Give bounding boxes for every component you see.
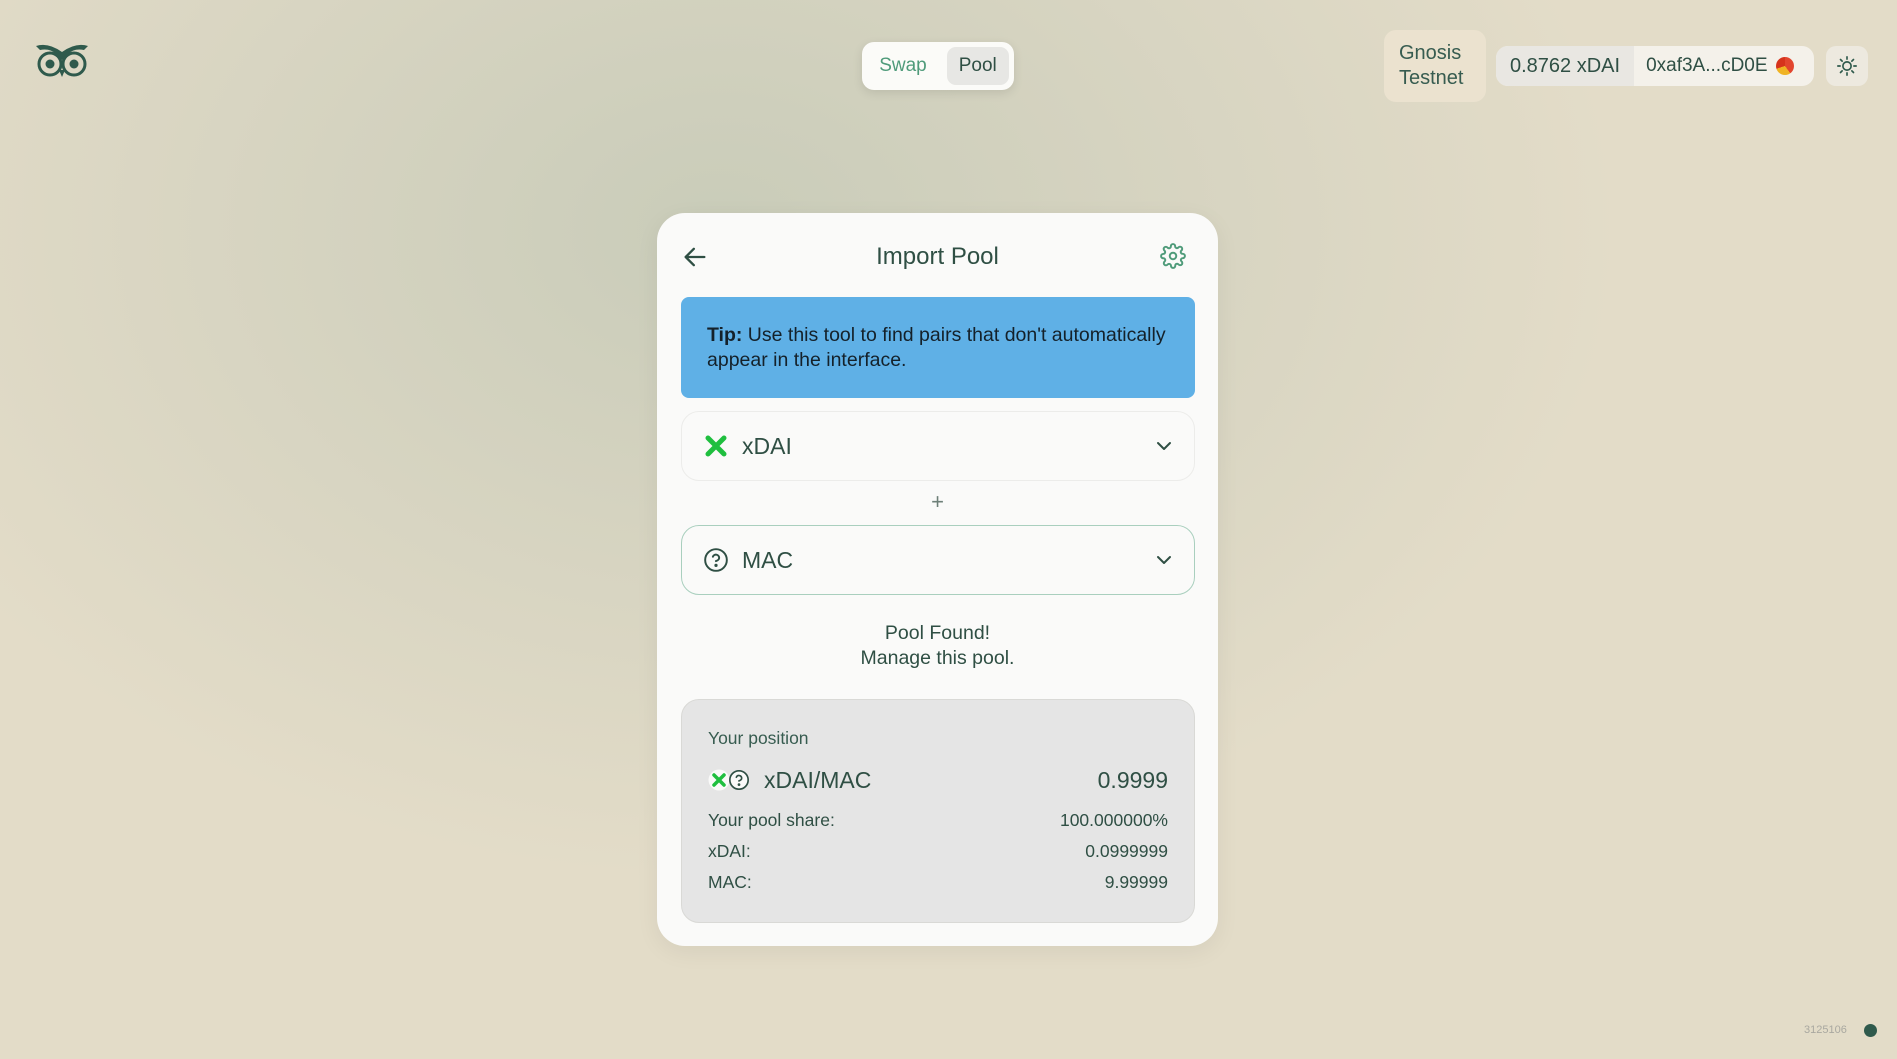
- theme-toggle-button[interactable]: [1826, 46, 1868, 86]
- tip-banner: Tip: Use this tool to find pairs that do…: [681, 297, 1195, 398]
- question-token-icon: [702, 546, 730, 574]
- position-panel: Your position xDAI/MAC 0.9999 Your pool …: [681, 699, 1195, 923]
- pair-row: xDAI/MAC 0.9999: [708, 764, 1168, 796]
- wallet-widget: 0.8762 xDAI 0xaf3A...cD0E: [1496, 46, 1814, 86]
- token-b-select[interactable]: MAC: [681, 525, 1195, 595]
- question-token-icon: [729, 770, 749, 790]
- tip-text: Use this tool to find pairs that don't a…: [707, 324, 1166, 371]
- page-title: Import Pool: [876, 243, 999, 270]
- chevron-down-icon: [1157, 442, 1171, 450]
- build-number: 3125106: [1804, 1024, 1847, 1036]
- network-name-line2: Testnet: [1399, 67, 1464, 89]
- owl-logo-icon[interactable]: [32, 40, 92, 80]
- wallet-balance[interactable]: 0.8762 xDAI: [1496, 46, 1635, 86]
- xdai-token-icon: [708, 769, 730, 791]
- token-a-symbol: xDAI: [742, 432, 792, 459]
- token-b-amount-row: MAC: 9.99999: [708, 872, 1168, 893]
- network-name-line1: Gnosis: [1399, 42, 1462, 64]
- wallet-address: 0xaf3A...cD0E: [1646, 55, 1768, 76]
- sun-icon: [1837, 56, 1857, 76]
- token-a-amount-row: xDAI: 0.0999999: [708, 841, 1168, 862]
- wallet-avatar-icon: [1775, 57, 1794, 75]
- position-title: Your position: [708, 728, 809, 748]
- plus-icon: +: [931, 489, 944, 514]
- tip-label: Tip:: [707, 324, 743, 346]
- wallet-address-button[interactable]: 0xaf3A...cD0E: [1634, 55, 1803, 77]
- xdai-token-icon: [702, 432, 730, 460]
- token-a-amount-value: 0.0999999: [1085, 841, 1168, 861]
- gear-icon[interactable]: [1160, 243, 1186, 269]
- pair-name: xDAI/MAC: [764, 766, 872, 793]
- pool-share-label: Your pool share:: [708, 810, 835, 830]
- connection-status-dot: [1864, 1024, 1877, 1037]
- pool-status: Pool Found! Manage this pool.: [657, 621, 1218, 671]
- token-b-amount-label: MAC:: [708, 872, 752, 892]
- token-a-amount-label: xDAI:: [708, 841, 751, 861]
- manage-pool-link[interactable]: Manage this pool.: [657, 646, 1218, 671]
- pool-share-row: Your pool share: 100.000000%: [708, 810, 1168, 831]
- import-pool-card: Import Pool Tip: Use this tool to find p…: [657, 213, 1218, 946]
- token-b-symbol: MAC: [742, 546, 794, 573]
- pair-value: 0.9999: [1097, 766, 1168, 793]
- chevron-down-icon: [1157, 556, 1171, 564]
- pool-tab[interactable]: Pool: [946, 47, 1009, 85]
- nav-toggle: Swap Pool: [862, 42, 1014, 90]
- pool-found-text: Pool Found!: [884, 622, 991, 644]
- token-b-amount-value: 9.99999: [1104, 872, 1168, 892]
- pair-icons: [708, 769, 750, 791]
- swap-tab[interactable]: Swap: [867, 47, 939, 85]
- network-selector[interactable]: Gnosis Testnet: [1384, 30, 1486, 102]
- pool-share-value: 100.000000%: [1059, 810, 1168, 830]
- token-a-select[interactable]: xDAI: [681, 411, 1195, 481]
